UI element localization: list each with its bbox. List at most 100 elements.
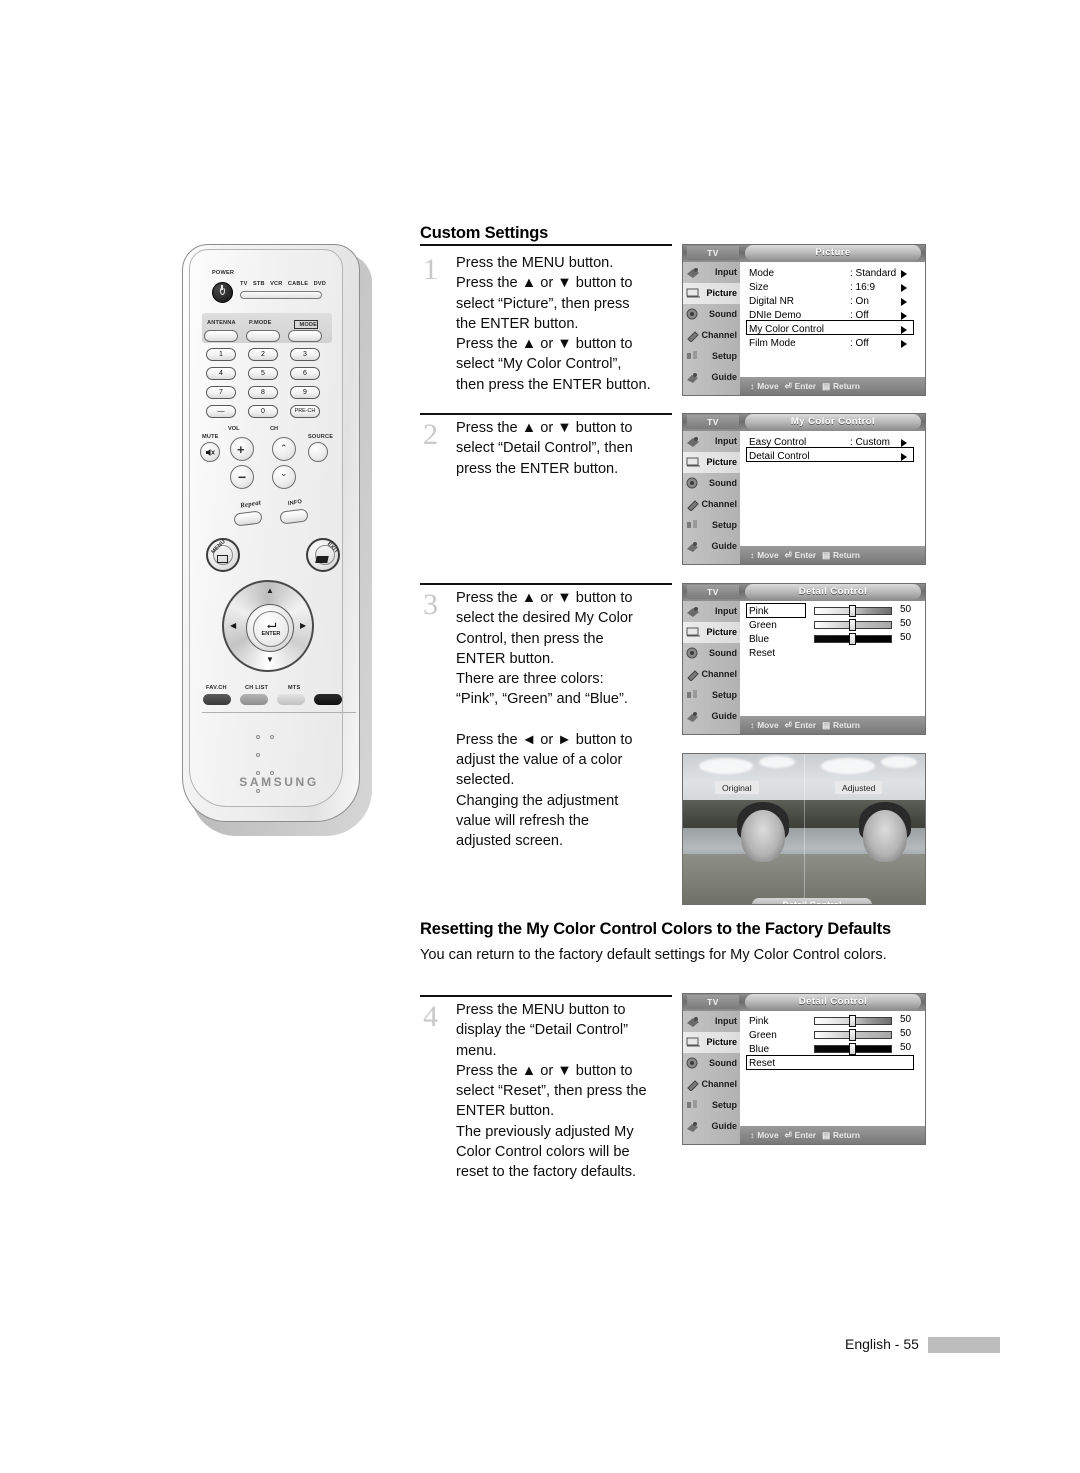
sidebar-item-input[interactable]: Input bbox=[683, 431, 740, 452]
key-2[interactable]: 2 bbox=[248, 348, 278, 361]
key-5[interactable]: 5 bbox=[248, 367, 278, 380]
sidebar-item-setup[interactable]: Setup bbox=[683, 346, 740, 367]
repeat-button[interactable] bbox=[233, 510, 263, 527]
osd-row-green[interactable]: Green bbox=[749, 1028, 809, 1042]
osd-row-detail-control[interactable]: Detail Control bbox=[749, 449, 912, 463]
slider-pink[interactable] bbox=[814, 605, 892, 617]
ch-list-button[interactable] bbox=[240, 694, 268, 705]
osd-body: Pink Green Blue Reset 50 50 50 bbox=[740, 1011, 925, 1126]
volume-down-button[interactable]: − bbox=[230, 465, 254, 489]
sidebar-item-setup[interactable]: Setup bbox=[683, 685, 740, 706]
nav-down-icon[interactable]: ▼ bbox=[266, 656, 274, 664]
step-3-line-3: Control, then press the bbox=[456, 630, 604, 647]
source-button[interactable] bbox=[308, 442, 328, 462]
sidebar-item-picture[interactable]: Picture bbox=[683, 283, 740, 304]
key-4[interactable]: 4 bbox=[206, 367, 236, 380]
menu-button[interactable]: MENU bbox=[206, 538, 240, 572]
osd-row-mode[interactable]: Mode: Standard bbox=[749, 266, 912, 280]
osd-row-digital-nr[interactable]: Digital NR: On bbox=[749, 294, 912, 308]
slider-knob[interactable] bbox=[849, 633, 856, 645]
key-8[interactable]: 8 bbox=[248, 386, 278, 399]
sidebar-item-sound[interactable]: Sound bbox=[683, 304, 740, 325]
sidebar-item-sound[interactable]: Sound bbox=[683, 473, 740, 494]
sidebar-item-guide[interactable]: Guide bbox=[683, 536, 740, 557]
sidebar-item-picture[interactable]: Picture bbox=[683, 622, 740, 643]
osd-title: Detail Control bbox=[745, 994, 921, 1010]
osd-row-reset[interactable]: Reset bbox=[749, 646, 809, 660]
nav-right-icon[interactable]: ▶ bbox=[300, 622, 306, 630]
osd-row-film-mode[interactable]: Film Mode: Off bbox=[749, 336, 912, 350]
slider-knob[interactable] bbox=[849, 1043, 856, 1055]
slider-blue[interactable] bbox=[814, 633, 892, 645]
sidebar-item-channel[interactable]: Channel bbox=[683, 325, 740, 346]
power-button[interactable] bbox=[212, 282, 233, 303]
channel-up-button[interactable]: ⌃ bbox=[272, 437, 296, 461]
volume-up-button[interactable]: + bbox=[230, 437, 254, 461]
key-6[interactable]: 6 bbox=[290, 367, 320, 380]
key-3[interactable]: 3 bbox=[290, 348, 320, 361]
mts-button[interactable] bbox=[277, 694, 305, 705]
sidebar-item-picture[interactable]: Picture bbox=[683, 452, 740, 473]
nav-left-icon[interactable]: ◀ bbox=[230, 622, 236, 630]
key-7[interactable]: 7 bbox=[206, 386, 236, 399]
osd-row-pink[interactable]: Pink bbox=[749, 1014, 809, 1028]
slider-green[interactable] bbox=[814, 1029, 892, 1041]
osd-row-pink[interactable]: Pink bbox=[749, 604, 809, 618]
antenna-button[interactable] bbox=[204, 330, 238, 342]
enter-button[interactable]: ENTER bbox=[253, 611, 289, 647]
key-1[interactable]: 1 bbox=[206, 348, 236, 361]
sidebar-item-channel[interactable]: Channel bbox=[683, 494, 740, 515]
slider-knob[interactable] bbox=[849, 1029, 856, 1041]
slider-knob[interactable] bbox=[849, 1015, 856, 1027]
sidebar-item-guide[interactable]: Guide bbox=[683, 1116, 740, 1137]
manual-page: POWER TV STB VCR CABLE DVD ANTENNA P.MOD… bbox=[0, 0, 1080, 1473]
navigation-ring[interactable]: ▲ ▼ ◀ ▶ ENTER bbox=[222, 580, 314, 672]
channel-down-button[interactable]: ⌄ bbox=[272, 465, 296, 489]
sidebar-item-picture[interactable]: Picture bbox=[683, 1032, 740, 1053]
osd-row-green[interactable]: Green bbox=[749, 618, 809, 632]
mode-selector-bar[interactable] bbox=[240, 291, 322, 299]
info-button[interactable] bbox=[279, 508, 309, 525]
sidebar-item-input[interactable]: Input bbox=[683, 1011, 740, 1032]
fav-ch-button[interactable] bbox=[203, 694, 231, 705]
setup-icon bbox=[686, 518, 701, 532]
sidebar-item-guide[interactable]: Guide bbox=[683, 706, 740, 727]
sidebar-item-input[interactable]: Input bbox=[683, 262, 740, 283]
sidebar-item-channel[interactable]: Channel bbox=[683, 664, 740, 685]
osd-row-easy-control[interactable]: Easy Control: Custom bbox=[749, 435, 912, 449]
sidebar-item-sound[interactable]: Sound bbox=[683, 643, 740, 664]
move-label: Move bbox=[757, 1130, 779, 1140]
sidebar-item-channel[interactable]: Channel bbox=[683, 1074, 740, 1095]
row-label: Size bbox=[749, 281, 769, 293]
key-0[interactable]: 0 bbox=[248, 405, 278, 418]
extra-button[interactable] bbox=[314, 694, 342, 705]
sidebar-label-channel: Channel bbox=[701, 499, 737, 509]
osd-row-blue[interactable]: Blue bbox=[749, 1042, 809, 1056]
osd-row-my-color-control[interactable]: My Color Control bbox=[749, 322, 912, 336]
slider-green[interactable] bbox=[814, 619, 892, 631]
mode-label-tv: TV bbox=[240, 281, 248, 287]
channel-icon bbox=[686, 1077, 701, 1092]
sidebar-item-sound[interactable]: Sound bbox=[683, 1053, 740, 1074]
nav-up-icon[interactable]: ▲ bbox=[266, 587, 274, 595]
sidebar-item-setup[interactable]: Setup bbox=[683, 1095, 740, 1116]
return-label: Return bbox=[832, 550, 860, 560]
osd-row-blue[interactable]: Blue bbox=[749, 632, 809, 646]
key-pre-ch[interactable]: PRE-CH bbox=[290, 405, 320, 418]
slider-blue[interactable] bbox=[814, 1043, 892, 1055]
pmode-button[interactable] bbox=[246, 330, 280, 342]
osd-row-reset[interactable]: Reset bbox=[749, 1056, 909, 1070]
exit-button[interactable]: EXIT bbox=[306, 538, 340, 572]
osd-row-dnie-demo[interactable]: DNIe Demo: Off bbox=[749, 308, 912, 322]
mode-button[interactable] bbox=[288, 330, 322, 342]
sidebar-item-guide[interactable]: Guide bbox=[683, 367, 740, 388]
slider-pink[interactable] bbox=[814, 1015, 892, 1027]
mute-button[interactable] bbox=[200, 442, 220, 462]
key-dash[interactable]: — bbox=[206, 405, 236, 418]
osd-row-size[interactable]: Size: 16:9 bbox=[749, 280, 912, 294]
slider-knob[interactable] bbox=[849, 605, 856, 617]
slider-knob[interactable] bbox=[849, 619, 856, 631]
sidebar-item-setup[interactable]: Setup bbox=[683, 515, 740, 536]
sidebar-item-input[interactable]: Input bbox=[683, 601, 740, 622]
key-9[interactable]: 9 bbox=[290, 386, 320, 399]
